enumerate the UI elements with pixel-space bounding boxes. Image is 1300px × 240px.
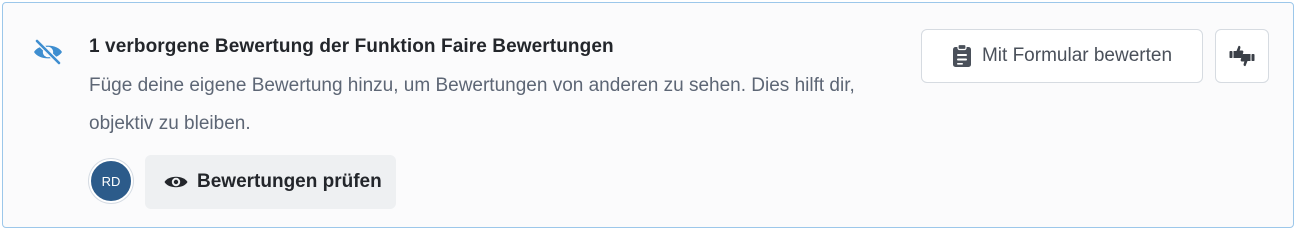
- eye-slash-icon: [31, 38, 65, 66]
- thumbs-up-down-icon: [1229, 45, 1255, 67]
- hidden-reviews-notice: 1 verborgene Bewertung der Funktion Fair…: [2, 2, 1294, 228]
- notice-title: 1 verborgene Bewertung der Funktion Fair…: [89, 36, 614, 57]
- avatar: RD: [89, 159, 133, 203]
- check-reviews-label: Bewertungen prüfen: [197, 171, 382, 192]
- thumbs-rating-button[interactable]: [1215, 29, 1269, 83]
- notice-description: Füge deine eigene Bewertung hinzu, um Be…: [89, 75, 855, 134]
- avatar-initials: RD: [101, 173, 121, 189]
- review-with-form-label: Mit Formular bewerten: [981, 45, 1173, 66]
- review-with-form-button[interactable]: Mit Formular bewerten: [921, 29, 1203, 83]
- check-reviews-button[interactable]: Bewertungen prüfen: [145, 155, 396, 209]
- clipboard-icon: [952, 44, 972, 68]
- eye-icon: [163, 173, 189, 191]
